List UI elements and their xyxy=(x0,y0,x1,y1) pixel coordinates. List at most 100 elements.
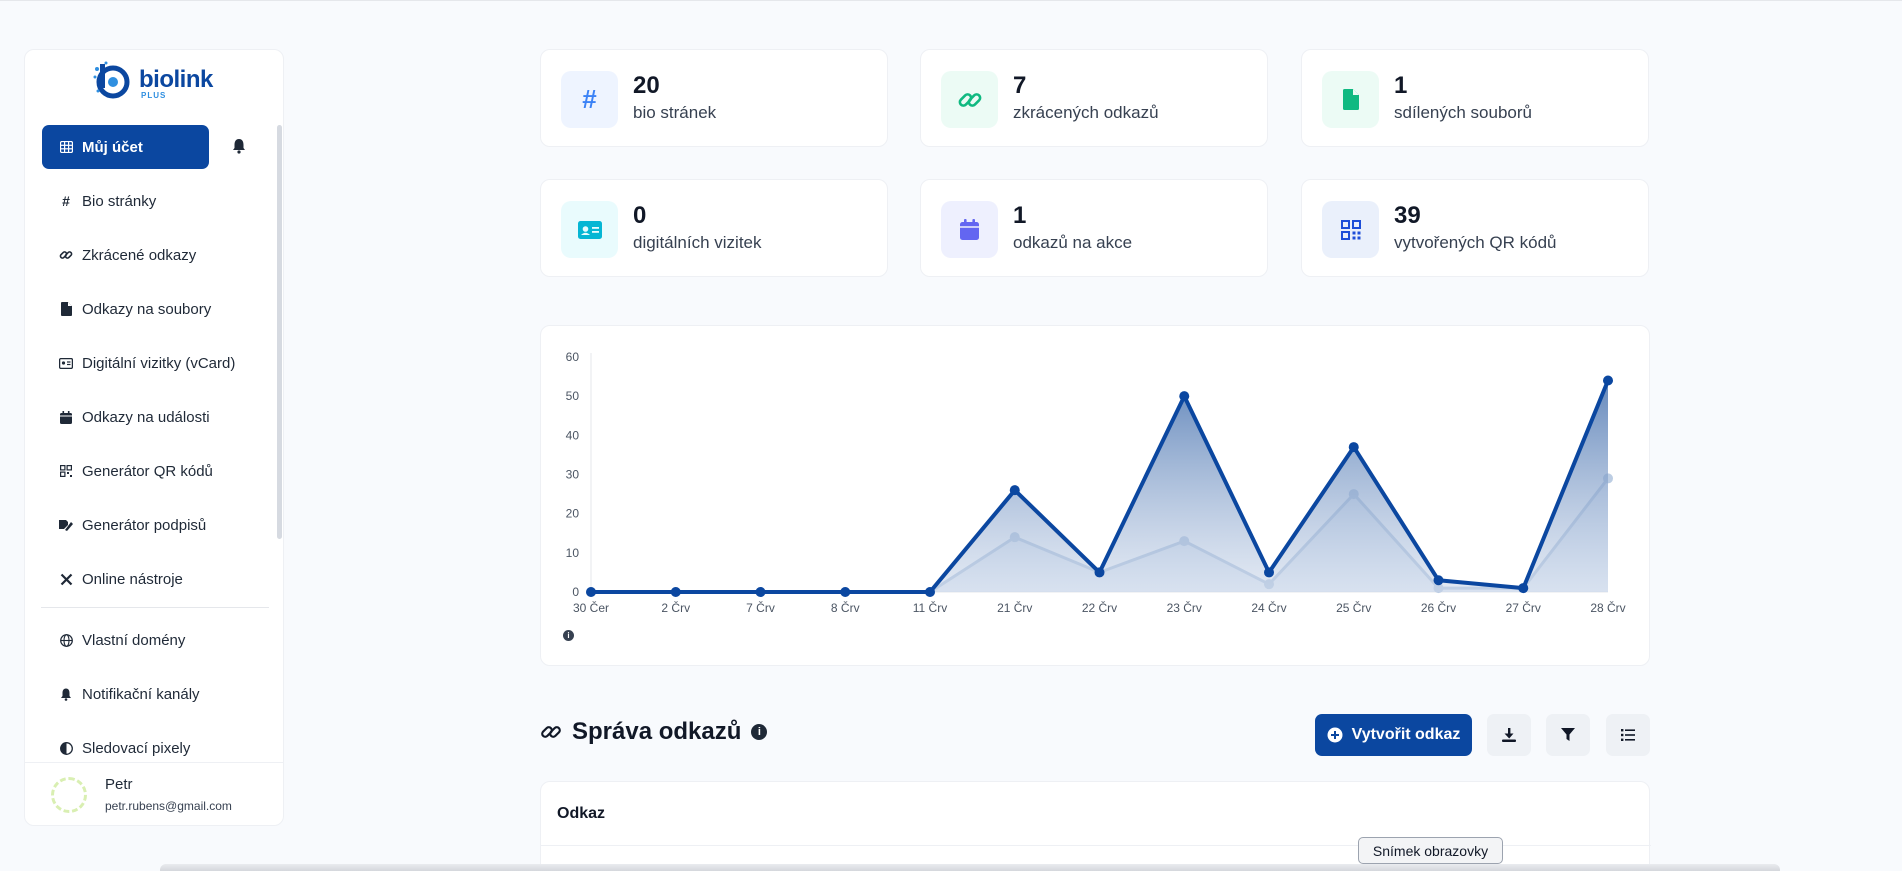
stat-value: 1 xyxy=(1013,202,1027,229)
sidebar-item-file-links[interactable]: Odkazy na soubory xyxy=(42,287,272,331)
x-tick-label: 30 Čer xyxy=(573,600,609,615)
avatar xyxy=(51,777,87,813)
sidebar-item-label: Můj účet xyxy=(82,138,143,156)
stat-card-vcards[interactable]: 0 digitálních vizitek xyxy=(540,179,888,277)
stat-value: 20 xyxy=(633,72,660,99)
brand-name: biolink xyxy=(139,66,213,93)
sidebar-item-signature-generator[interactable]: Generátor podpisů xyxy=(42,503,272,547)
data-point xyxy=(925,587,935,597)
stat-card-qr-codes[interactable]: 39 vytvořených QR kódů xyxy=(1301,179,1649,277)
hash-icon: # xyxy=(561,71,618,128)
stat-value: 0 xyxy=(633,202,647,229)
stat-label: vytvořených QR kódů xyxy=(1394,233,1557,252)
section-title: Správa odkazů i xyxy=(540,718,768,746)
columns-button[interactable] xyxy=(1606,714,1650,756)
chart-svg: 0 10 20 30 40 50 60 30 Čer 2 Črv 7 Črv 8 Črv 11 Čr… xyxy=(566,350,1626,615)
y-tick-label: 10 xyxy=(566,546,580,560)
x-tick-label: 28 Črv xyxy=(1590,600,1625,615)
stat-value: 39 xyxy=(1394,202,1421,229)
sidebar-item-label: Vlastní domény xyxy=(82,631,186,649)
filter-icon xyxy=(1561,728,1575,741)
x-axis: 30 Čer 2 Črv 7 Črv 8 Črv 11 Črv 21 Črv 22 Črv 2… xyxy=(573,591,1626,615)
stat-card-shared-files[interactable]: 1 sdílených souborů xyxy=(1301,49,1649,147)
info-icon[interactable]: i xyxy=(751,724,768,740)
table-icon xyxy=(59,140,73,154)
sidebar-item-label: Online nástroje xyxy=(82,570,183,588)
adjust-icon xyxy=(59,741,73,755)
y-axis: 0 10 20 30 40 50 60 xyxy=(566,350,592,599)
create-link-button[interactable]: Vytvořit odkaz xyxy=(1315,714,1472,756)
stat-card-event-links[interactable]: 1 odkazů na akce xyxy=(920,179,1268,277)
series-area xyxy=(591,380,1608,592)
link-icon xyxy=(59,248,73,262)
statistics-chart: 0 10 20 30 40 50 60 30 Čer 2 Črv 7 Črv 8 Črv 11 Čr… xyxy=(540,325,1650,666)
data-point xyxy=(1009,485,1020,496)
id-card-icon xyxy=(561,201,618,258)
link-icon xyxy=(941,71,998,128)
globe-icon xyxy=(59,633,73,647)
data-point xyxy=(1433,575,1444,586)
stat-value: 7 xyxy=(1013,72,1027,99)
sidebar-item-bio-pages[interactable]: # Bio stránky xyxy=(42,179,272,223)
series-line xyxy=(591,379,1610,594)
notifications-bell-icon[interactable] xyxy=(230,137,248,155)
table-header-link[interactable]: Odkaz xyxy=(557,805,605,823)
filter-button[interactable] xyxy=(1546,714,1590,756)
x-tick-label: 21 Črv xyxy=(997,600,1032,615)
y-tick-label: 20 xyxy=(566,507,580,521)
data-point xyxy=(1603,375,1613,386)
x-tick-label: 2 Črv xyxy=(661,600,690,615)
data-point xyxy=(670,587,681,597)
brand-logo[interactable]: biolink PLUS xyxy=(91,60,221,104)
sidebar-item-vcards[interactable]: Digitální vizitky (vCard) xyxy=(42,341,272,385)
user-name: Petr xyxy=(105,776,133,793)
data-point xyxy=(1264,567,1274,578)
qrcode-icon xyxy=(1322,201,1379,258)
chart-info-icon[interactable]: i xyxy=(563,630,574,641)
tooltip: Snímek obrazovky xyxy=(1358,837,1503,864)
calendar-icon xyxy=(941,201,998,258)
x-tick-label: 26 Črv xyxy=(1421,600,1456,615)
sidebar-item-label: Odkazy na soubory xyxy=(82,300,212,318)
data-point xyxy=(755,587,766,597)
stat-card-bio-pages[interactable]: # 20 bio stránek xyxy=(540,49,888,147)
stat-card-short-links[interactable]: 7 zkrácených odkazů xyxy=(920,49,1268,147)
user-profile[interactable]: Petr petr.rubens@gmail.com xyxy=(25,762,283,825)
x-tick-label: 7 Črv xyxy=(746,600,775,615)
sidebar-scrollbar[interactable] xyxy=(277,125,282,539)
download-button[interactable] xyxy=(1487,714,1531,756)
id-card-icon xyxy=(59,356,73,370)
x-tick-label: 11 Črv xyxy=(913,600,947,615)
x-tick-label: 8 Črv xyxy=(831,600,860,615)
download-icon xyxy=(1502,728,1516,742)
user-email: petr.rubens@gmail.com xyxy=(105,799,232,813)
stat-label: sdílených souborů xyxy=(1394,103,1532,122)
x-tick-label: 22 Črv xyxy=(1082,600,1117,615)
sidebar-item-label: Odkazy na události xyxy=(82,408,210,426)
file-icon xyxy=(1322,71,1379,128)
data-point xyxy=(586,587,596,597)
file-icon xyxy=(59,302,73,316)
hash-icon: # xyxy=(62,193,70,209)
sidebar-item-custom-domains[interactable]: Vlastní domény xyxy=(42,618,272,662)
x-tick-label: 24 Črv xyxy=(1251,600,1286,615)
calendar-icon xyxy=(59,410,73,424)
window-shadow xyxy=(160,864,1780,871)
data-point xyxy=(1179,391,1190,402)
stat-label: zkrácených odkazů xyxy=(1013,103,1159,122)
sidebar-item-notification-channels[interactable]: Notifikační kanály xyxy=(42,672,272,716)
y-tick-label: 40 xyxy=(566,428,580,442)
sidebar-item-label: Sledovací pixely xyxy=(82,739,191,757)
sidebar-item-short-links[interactable]: Zkrácené odkazy xyxy=(42,233,272,277)
list-icon xyxy=(1621,729,1635,741)
sidebar-item-label: Generátor podpisů xyxy=(82,516,207,534)
sidebar-item-online-tools[interactable]: Online nástroje xyxy=(42,557,272,601)
sidebar-item-event-links[interactable]: Odkazy na události xyxy=(42,395,272,439)
stat-label: digitálních vizitek xyxy=(633,233,762,252)
sidebar-item-label: Zkrácené odkazy xyxy=(82,246,197,264)
sidebar-item-my-account[interactable]: Můj účet xyxy=(42,125,209,169)
tools-icon xyxy=(59,572,73,586)
sidebar-item-label: Digitální vizitky (vCard) xyxy=(82,354,236,372)
create-link-label: Vytvořit odkaz xyxy=(1351,726,1461,743)
sidebar-item-qr-generator[interactable]: Generátor QR kódů xyxy=(42,449,272,493)
